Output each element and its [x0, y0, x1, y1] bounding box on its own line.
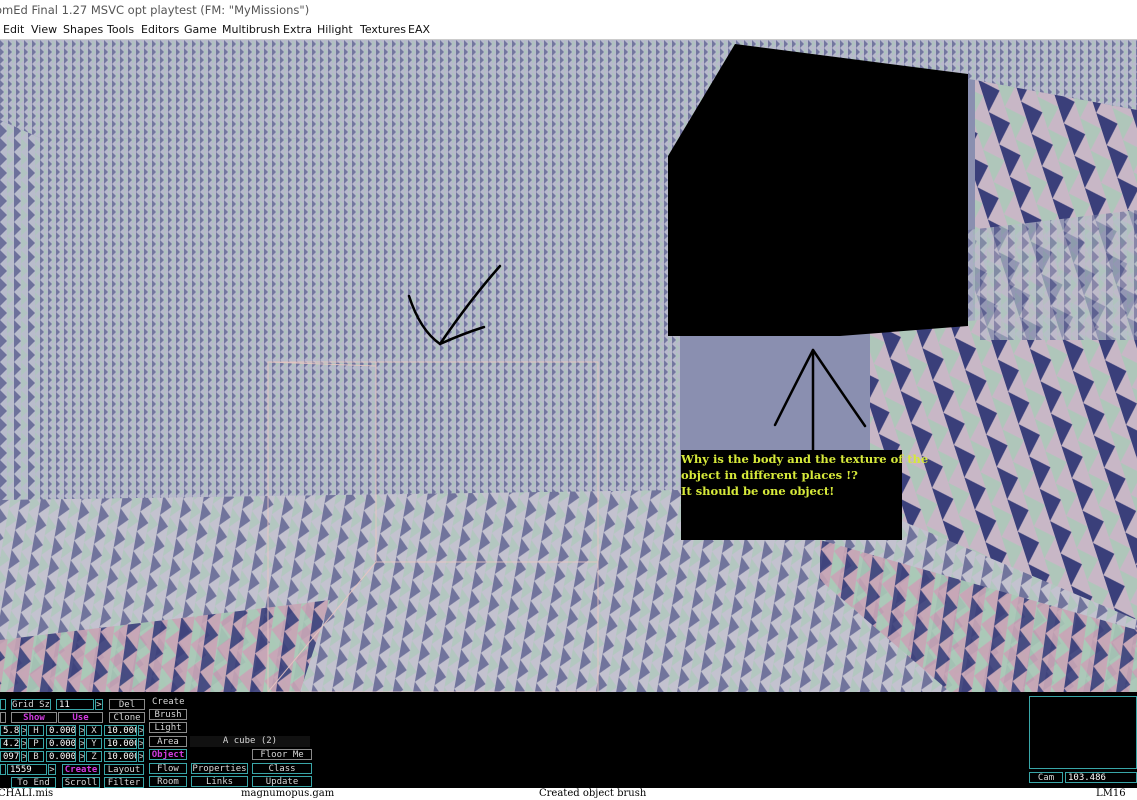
scale-y-field[interactable]: 10.000 — [104, 738, 137, 749]
scale-x-field[interactable]: 10.000 — [104, 725, 137, 736]
grid-size-button[interactable]: Grid Sz — [11, 699, 51, 710]
menu-textures[interactable]: Textures — [360, 20, 406, 39]
pos-x-field[interactable]: 5.827 — [0, 725, 20, 736]
drawn-arrow-right — [773, 348, 867, 452]
object-body-black — [668, 44, 968, 336]
scale-y-button[interactable]: Y — [86, 738, 102, 749]
rot-p-button[interactable]: P — [28, 738, 44, 749]
update-button[interactable]: Update — [252, 776, 312, 787]
editor-control-panel: Grid Sz 11 > Del Create Show Use Clone B… — [0, 692, 1137, 788]
scale-x-button[interactable]: X — [86, 725, 102, 736]
camera-preview[interactable] — [1029, 696, 1137, 769]
right-wall — [975, 80, 1137, 620]
menu-edit[interactable]: Edit — [3, 20, 24, 39]
menu-bar: Edit View Shapes Tools Editors Game Mult… — [0, 20, 1137, 40]
menu-hilight[interactable]: Hilight — [317, 20, 353, 39]
scroll-left-arrow-2[interactable] — [0, 712, 6, 723]
delete-button[interactable]: Del — [109, 699, 145, 710]
status-gam-file: magnumopus.gam — [241, 788, 335, 799]
menu-editors[interactable]: Editors — [141, 20, 179, 39]
status-message: Created object brush — [539, 788, 647, 799]
area-type-button[interactable]: Area — [149, 736, 187, 747]
menu-extra[interactable]: Extra — [283, 20, 312, 39]
annotation-line-3: It should be one object! — [681, 484, 835, 498]
show-button[interactable]: Show — [11, 712, 57, 723]
light-type-button[interactable]: Light — [149, 722, 187, 733]
annotation-line-1: Why is the body and the texture of the — [681, 452, 929, 466]
grid-size-field[interactable]: 11 — [56, 699, 94, 710]
status-mission-file: CHALI.mis — [0, 788, 54, 799]
to-end-button[interactable]: To End — [11, 777, 56, 788]
brush-num-right-arrow[interactable]: > — [48, 764, 56, 775]
rot-h-button[interactable]: H — [28, 725, 44, 736]
rot-p-arrow[interactable]: > — [79, 738, 85, 749]
menu-tools[interactable]: Tools — [107, 20, 134, 39]
cam-value-field[interactable]: 103.486 — [1065, 772, 1137, 783]
brush-number-field[interactable]: 1559 — [7, 764, 47, 775]
3d-viewport[interactable]: Why is the body and the texture of the o… — [0, 40, 1137, 692]
scale-x-arrow[interactable]: > — [138, 725, 144, 736]
brush-name-label: A cube (2) — [190, 736, 310, 747]
rot-p-field[interactable]: 0.000 — [46, 738, 76, 749]
brush-type-button[interactable]: Brush — [149, 709, 187, 720]
left-wall — [0, 120, 40, 510]
title-bar: omEd Final 1.27 MSVC opt playtest (FM: "… — [0, 0, 1137, 20]
pos-y-arrow[interactable]: > — [21, 738, 27, 749]
scale-z-field[interactable]: 10.000 — [104, 751, 137, 762]
right-wall-band — [968, 210, 1137, 340]
scene-render — [0, 40, 1137, 692]
rot-h-arrow[interactable]: > — [79, 725, 85, 736]
rot-b-button[interactable]: B — [28, 751, 44, 762]
pos-z-arrow[interactable]: > — [21, 751, 27, 762]
pos-x-arrow[interactable]: > — [21, 725, 27, 736]
back-wall — [40, 138, 680, 500]
pos-y-field[interactable]: 4.20 — [0, 738, 20, 749]
grid-size-arrow[interactable]: > — [95, 699, 103, 710]
annotation-line-2: object in different places !? — [681, 468, 858, 482]
layout-button[interactable]: Layout — [104, 764, 144, 775]
scroll-button[interactable]: Scroll — [62, 777, 100, 788]
floor-me-button[interactable]: Floor Me — [252, 749, 312, 760]
brush-num-left-arrow[interactable] — [0, 764, 6, 775]
properties-button[interactable]: Properties — [191, 763, 248, 774]
scale-y-arrow[interactable]: > — [138, 738, 144, 749]
object-type-button[interactable]: Object — [149, 749, 187, 760]
rot-h-field[interactable]: 0.000 — [46, 725, 76, 736]
filter-button[interactable]: Filter — [104, 777, 144, 788]
menu-eax[interactable]: EAX — [408, 20, 430, 39]
use-button[interactable]: Use — [58, 712, 103, 723]
room-button[interactable]: Room — [149, 776, 187, 787]
links-button[interactable]: Links — [191, 776, 248, 787]
flow-button[interactable]: Flow — [149, 763, 187, 774]
scale-z-button[interactable]: Z — [86, 751, 102, 762]
create-label: Create — [152, 697, 185, 707]
create-button[interactable]: Create — [62, 764, 100, 775]
cam-button[interactable]: Cam — [1029, 772, 1063, 783]
menu-shapes[interactable]: Shapes — [63, 20, 103, 39]
status-bar: CHALI.mis magnumopus.gam Created object … — [0, 788, 1137, 800]
scale-z-arrow[interactable]: > — [138, 751, 144, 762]
menu-multibrush[interactable]: Multibrush — [222, 20, 280, 39]
status-lightmap: LM16 — [1096, 788, 1126, 799]
menu-game[interactable]: Game — [184, 20, 217, 39]
rot-b-arrow[interactable]: > — [79, 751, 85, 762]
window-title: omEd Final 1.27 MSVC opt playtest (FM: "… — [0, 3, 310, 17]
scroll-left-arrow[interactable] — [0, 699, 6, 710]
clone-button[interactable]: Clone — [109, 712, 145, 723]
pos-z-field[interactable]: 097 — [0, 751, 20, 762]
rot-b-field[interactable]: 0.000 — [46, 751, 76, 762]
class-button[interactable]: Class — [252, 763, 312, 774]
annotation-note: Why is the body and the texture of the o… — [681, 450, 929, 540]
menu-view[interactable]: View — [31, 20, 57, 39]
